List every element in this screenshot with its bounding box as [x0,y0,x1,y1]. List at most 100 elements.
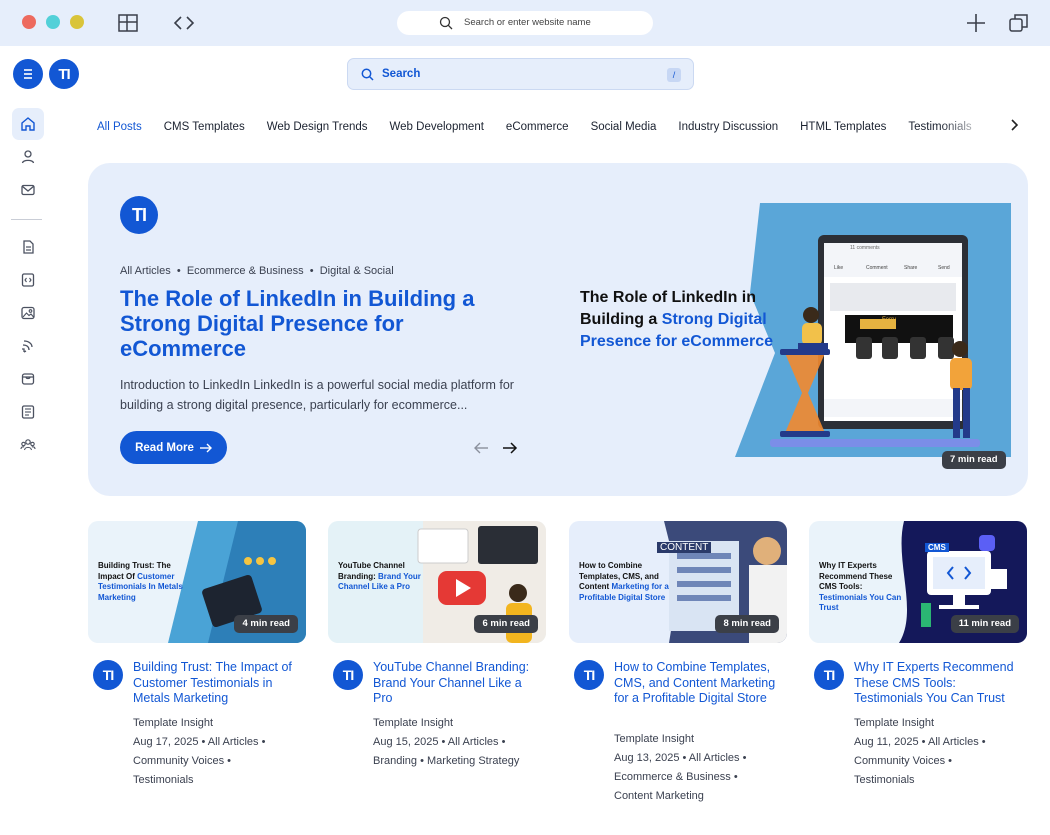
card-thumbnail[interactable]: YouTube Channel Branding: Brand Your Cha… [328,521,546,643]
sidebar-item-images[interactable] [12,297,44,329]
mail-icon [21,184,35,196]
article-card: Building Trust: The Impact Of Customer T… [88,521,306,786]
thumbnail-text-blue: Testimonials You Can Trust [819,592,902,613]
user-icon [21,150,35,164]
read-more-button[interactable]: Read More [120,431,227,464]
mock-send: Send [938,265,950,271]
hero-image-title: The Role of LinkedIn in Building a Stron… [580,287,780,353]
card-title[interactable]: Building Trust: The Impact of Customer T… [133,660,303,707]
sidebar-divider [11,219,42,220]
card-meta-line: Testimonials [133,774,194,786]
duplicate-tab-icon[interactable] [1008,12,1030,34]
crumb-separator: • [173,265,187,277]
hero-image[interactable]: 11 comments Like Comment Share Send Ferr… [560,203,1011,457]
author-logo: TI [333,660,363,690]
window-minimize-button[interactable] [46,15,60,29]
read-time-badge: 4 min read [234,615,298,633]
sidebar-item-news[interactable] [12,396,44,428]
hero-title[interactable]: The Role of LinkedIn in Building a Stron… [120,286,500,361]
window-zoom-button[interactable] [70,15,84,29]
sidebar-item-social[interactable] [12,330,44,362]
hero-categories: All Articles • Ecommerce & Business • Di… [120,265,394,277]
card-thumbnail-text: Why IT Experts Recommend These CMS Tools… [819,561,911,614]
home-icon [21,117,35,131]
card-meta-line: Content Marketing [614,790,704,802]
card-thumbnail-text: YouTube Channel Branding: Brand Your Cha… [338,561,430,593]
sidebar-item-community[interactable] [12,429,44,461]
article-card: CONTENT How to Combine Templates, CMS, a… [569,521,787,802]
card-author[interactable]: Template Insight [614,730,789,749]
thumbnail-label: CONTENT [657,542,712,553]
tab-html-templates[interactable]: HTML Templates [800,119,886,133]
card-title[interactable]: How to Combine Templates, CMS, and Conte… [614,660,784,707]
search-icon [439,16,453,30]
inbox-icon [21,373,35,385]
arrow-right-icon [199,443,212,452]
news-icon [21,405,35,419]
card-author[interactable]: Template Insight [133,714,308,733]
menu-button[interactable] [13,59,43,89]
read-time-badge: 11 min read [950,615,1019,633]
tab-web-design-trends[interactable]: Web Design Trends [267,119,368,133]
card-meta-line: Aug 17, 2025 • All Articles • [133,736,266,748]
card-title[interactable]: YouTube Channel Branding: Brand Your Cha… [373,660,543,707]
search-input[interactable]: Search / [347,58,694,90]
site-logo[interactable]: TI [49,59,79,89]
category-tabs: All Posts CMS Templates Web Design Trends W… [97,117,987,133]
browser-toolbar: Search or enter website name [0,0,1050,46]
sidebar-item-profile[interactable] [12,141,44,173]
tab-ecommerce[interactable]: eCommerce [506,119,569,133]
tab-industry-discussion[interactable]: Industry Discussion [678,119,778,133]
image-icon [21,306,35,320]
mock-comment: Comment [866,265,888,271]
mock-like: Like [834,265,844,271]
hero-excerpt: Introduction to LinkedIn LinkedIn is a p… [120,378,514,412]
sidebar-item-mail[interactable] [12,174,44,206]
sidebar-item-code[interactable] [12,264,44,296]
card-meta-line: Aug 15, 2025 • All Articles • [373,736,506,748]
tab-social-media[interactable]: Social Media [591,119,657,133]
mock-comments-count: 11 comments [850,245,880,251]
author-logo: TI [814,660,844,690]
sidebar-item-home[interactable] [12,108,44,140]
plus-icon[interactable] [965,12,987,34]
card-thumbnail-text: Building Trust: The Impact Of Customer T… [98,561,190,603]
previous-slide-icon[interactable] [473,441,489,455]
tabs-fade [940,112,990,138]
mock-banner: Ferry [882,317,896,323]
search-shortcut-badge: / [667,68,681,82]
author-logo: TI [574,660,604,690]
layout-icon[interactable] [117,12,139,34]
next-slide-icon[interactable] [502,441,518,455]
window-close-button[interactable] [22,15,36,29]
mock-share: Share [904,265,918,271]
card-thumbnail-text: How to Combine Templates, CMS, and Conte… [579,561,671,603]
tab-all-posts[interactable]: All Posts [97,119,142,133]
crumb-digital-social[interactable]: Digital & Social [320,265,394,277]
card-thumbnail[interactable]: CMS Why IT Experts Recommend These CMS T… [809,521,1027,643]
share-icon [22,340,33,353]
crumb-all-articles[interactable]: All Articles [120,265,171,277]
sidebar-item-inbox[interactable] [12,363,44,395]
tab-web-development[interactable]: Web Development [390,119,484,133]
code-icon[interactable] [173,12,195,34]
card-meta-line: Community Voices • [854,755,952,767]
thumbnail-label: CMS [925,543,949,552]
author-logo: TI [120,196,158,234]
card-thumbnail[interactable]: Building Trust: The Impact Of Customer T… [88,521,306,643]
card-author[interactable]: Template Insight [373,714,548,733]
crumb-ecommerce-business[interactable]: Ecommerce & Business [187,265,304,277]
card-thumbnail[interactable]: CONTENT How to Combine Templates, CMS, a… [569,521,787,643]
card-author[interactable]: Template Insight [854,714,1029,733]
search-label: Search [382,68,421,80]
tab-cms-templates[interactable]: CMS Templates [164,119,245,133]
thumbnail-text-dark: Why IT Experts Recommend These CMS Tools… [819,561,893,591]
crumb-separator: • [306,265,320,277]
featured-post: TI All Articles • Ecommerce & Business •… [88,163,1028,496]
url-bar[interactable]: Search or enter website name [397,11,653,35]
chevron-right-icon[interactable] [1006,117,1022,133]
card-title[interactable]: Why IT Experts Recommend These CMS Tools… [854,660,1024,707]
sidebar-item-documents[interactable] [12,231,44,263]
community-icon [20,439,36,451]
article-card: YouTube Channel Branding: Brand Your Cha… [328,521,546,767]
